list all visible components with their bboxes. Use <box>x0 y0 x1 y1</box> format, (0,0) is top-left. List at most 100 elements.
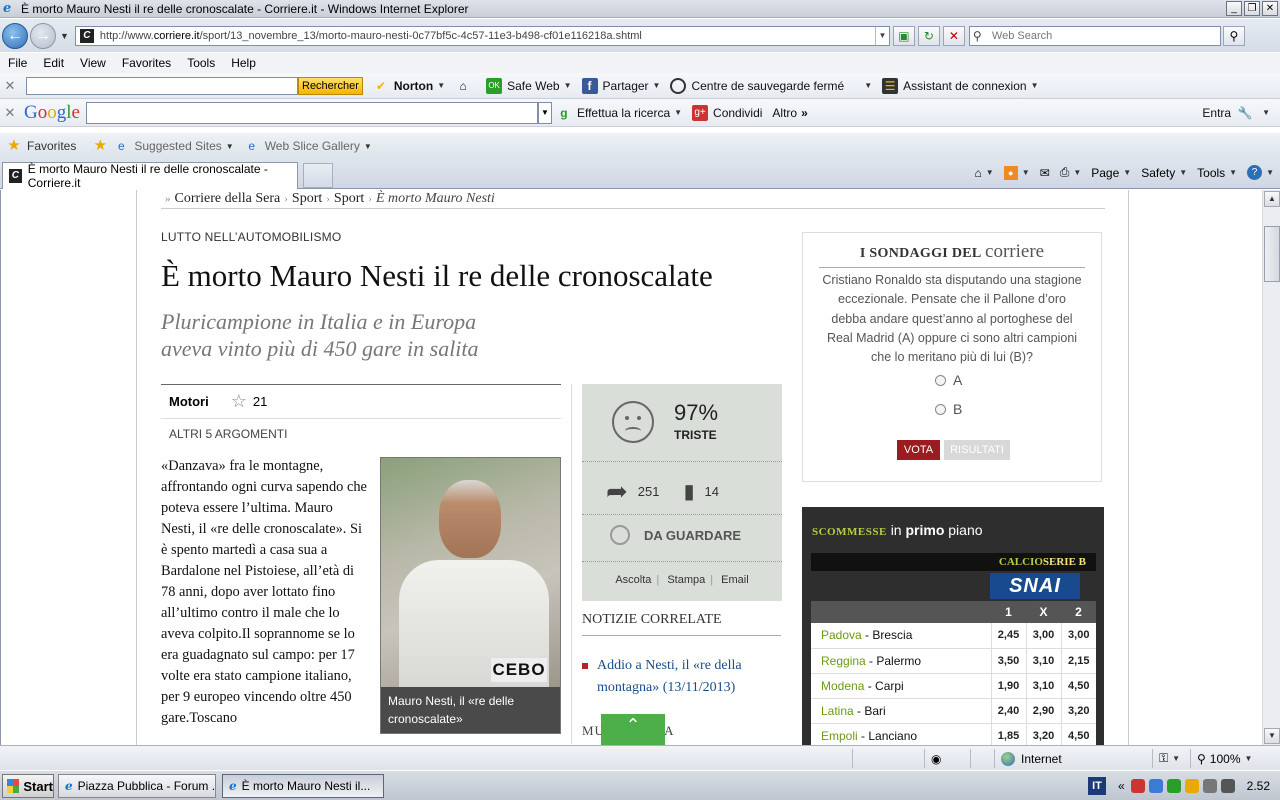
mail-icon[interactable]: ✉ <box>1040 166 1050 180</box>
recent-pages-chevron-icon[interactable]: ▼ <box>60 31 69 41</box>
start-button[interactable]: Start <box>2 774 54 798</box>
share-menu[interactable]: f Partager ▼ <box>581 77 660 94</box>
tray-security-icon[interactable] <box>1130 779 1145 793</box>
tray-wifi-icon[interactable] <box>1202 779 1217 793</box>
scroll-thumb[interactable] <box>1264 226 1280 282</box>
tray-expand-icon[interactable]: « <box>1118 779 1125 793</box>
refresh-icon[interactable]: ↻ <box>917 25 940 46</box>
suggested-sites-menu[interactable]: e Suggested Sites ▼ <box>113 138 234 154</box>
related-news-link[interactable]: Addio a Nesti, il «re della montagna» (1… <box>582 655 781 699</box>
vertical-scrollbar[interactable]: ▲ ▼ <box>1262 190 1280 745</box>
altro-menu[interactable]: Altro» <box>772 106 807 120</box>
favorites-button[interactable]: ★ Favorites <box>6 138 76 154</box>
close-window-button[interactable]: ✕ <box>1262 1 1278 16</box>
effettua-ricerca-menu[interactable]: g Effettua la ricerca ▼ <box>556 105 682 121</box>
watch-later-button[interactable]: DA GUARDARE <box>610 525 741 545</box>
page-menu[interactable]: Page ▼ <box>1091 166 1131 180</box>
web-search-input[interactable]: ⚲ Web Search <box>968 25 1221 46</box>
star-icon[interactable]: ☆ <box>231 391 247 412</box>
tab-corriere[interactable]: C È morto Mauro Nesti il re delle cronos… <box>2 162 298 190</box>
help-button[interactable]: ? ▼ <box>1247 165 1274 180</box>
radio-a[interactable] <box>935 374 946 386</box>
restore-button[interactable]: ❐ <box>1244 1 1260 16</box>
category-link[interactable]: Motori <box>169 394 209 409</box>
home-icon[interactable]: ⌂ <box>455 78 476 94</box>
tools-menu[interactable]: Tools ▼ <box>1197 166 1237 180</box>
address-dropdown-icon[interactable]: ▼ <box>874 26 889 45</box>
web-slice-gallery-menu[interactable]: e Web Slice Gallery ▼ <box>244 138 371 154</box>
forward-button[interactable]: → <box>30 22 56 49</box>
stop-icon[interactable]: ✕ <box>942 25 965 46</box>
table-row[interactable]: Reggina - Palermo 3,50 3,10 2,15 <box>811 648 1096 674</box>
safe-web-menu[interactable]: OK Safe Web ▼ <box>486 77 572 94</box>
breadcrumb-sport-1[interactable]: Sport <box>292 191 322 207</box>
table-row[interactable]: Modena - Carpi 1,90 3,10 4,50 <box>811 673 1096 699</box>
home-button[interactable]: ⌂ ▼ <box>975 166 994 180</box>
norton-search-input[interactable] <box>26 76 298 95</box>
back-button[interactable]: ← <box>2 22 28 49</box>
security-lock-icon[interactable]: ⚿ ▼ <box>1152 749 1188 768</box>
clock[interactable]: 2.52 <box>1247 779 1270 793</box>
feeds-button[interactable]: ● ▼ <box>1003 165 1030 180</box>
address-input[interactable]: C http://www.corriere.it/sport/13_novemb… <box>74 25 890 46</box>
menu-view[interactable]: View <box>72 56 114 70</box>
related-news-heading: NOTIZIE CORRELATE <box>582 612 781 636</box>
article-actions: Ascolta | Stampa | Email <box>582 574 782 586</box>
email-link[interactable]: Email <box>716 574 754 586</box>
condividi-button[interactable]: g+ Condividi <box>692 104 762 121</box>
login-assistant-menu[interactable]: ☰ Assistant de connexion ▼ <box>882 77 1039 94</box>
betting-heading: SCOMMESSE in primo piano <box>812 522 983 538</box>
google-search-icon: g <box>560 105 568 120</box>
scroll-up-icon[interactable]: ▲ <box>1264 191 1280 207</box>
table-row[interactable]: Empoli - Lanciano 1,85 3,20 4,50 <box>811 723 1096 745</box>
entra-button[interactable]: Entra 🔧 ▼ <box>1202 105 1270 121</box>
ascolta-link[interactable]: Ascolta <box>610 574 656 586</box>
search-go-icon[interactable]: ⚲ <box>1222 25 1245 46</box>
new-tab-button[interactable] <box>303 163 333 188</box>
rechercher-button[interactable]: Rechercher <box>298 76 363 95</box>
poll-option-b[interactable]: B <box>935 401 962 417</box>
tray-network-icon[interactable] <box>1148 779 1163 793</box>
print-button[interactable]: ⎙ ▼ <box>1060 165 1082 180</box>
scroll-to-top-button[interactable]: ⌃ <box>601 714 665 745</box>
menu-edit[interactable]: Edit <box>35 56 72 70</box>
article-photo[interactable]: CEBO Mauro Nesti, il «re delle cronoscal… <box>380 457 561 734</box>
menu-file[interactable]: File <box>0 56 35 70</box>
tray-norton-icon[interactable] <box>1184 779 1199 793</box>
sad-face-icon[interactable] <box>612 401 654 443</box>
taskbar-item-forum[interactable]: e Piazza Pubblica - Forum ... <box>58 774 216 798</box>
norton-menu[interactable]: ✔ Norton ▼ <box>373 78 445 94</box>
menu-tools[interactable]: Tools <box>179 56 223 70</box>
compatibility-view-icon[interactable]: ▣ <box>892 25 915 46</box>
menu-help[interactable]: Help <box>223 56 264 70</box>
radio-b[interactable] <box>935 403 946 415</box>
results-button[interactable]: RISULTATI <box>944 440 1010 460</box>
taskbar-item-corriere[interactable]: eÈ morto Mauro Nesti il... <box>222 774 384 798</box>
close-google-toolbar-icon[interactable]: ✕ <box>0 105 20 121</box>
table-row[interactable]: Padova - Brescia 2,45 3,00 3,00 <box>811 623 1096 649</box>
vote-button[interactable]: VOTA <box>897 440 940 460</box>
close-toolbar-icon[interactable]: ✕ <box>0 78 20 94</box>
add-to-favorites-icon[interactable]: ★ <box>92 138 113 154</box>
google-search-input[interactable] <box>85 101 538 124</box>
stampa-link[interactable]: Stampa <box>662 574 710 586</box>
protected-mode-icon[interactable]: ◉ <box>924 749 948 768</box>
tray-display-icon[interactable] <box>1220 779 1235 793</box>
poll-option-a[interactable]: A <box>935 372 962 388</box>
article-headline: È morto Mauro Nesti il re delle cronosca… <box>161 258 713 293</box>
backup-center-menu[interactable]: Centre de sauvegarde fermé ▼ <box>670 77 872 94</box>
minimize-button[interactable]: _ <box>1226 1 1242 16</box>
safety-menu[interactable]: Safety ▼ <box>1141 166 1187 180</box>
language-indicator[interactable]: IT <box>1087 777 1106 795</box>
zoom-level[interactable]: ⚲ 100% ▼ <box>1190 749 1262 768</box>
scroll-down-icon[interactable]: ▼ <box>1264 728 1280 744</box>
breadcrumb-corriere[interactable]: Corriere della Sera <box>175 191 281 207</box>
table-row[interactable]: Latina - Bari 2,40 2,90 3,20 <box>811 698 1096 724</box>
tray-app-icon[interactable] <box>1166 779 1181 793</box>
menu-favorites[interactable]: Favorites <box>114 56 179 70</box>
google-search-dropdown-icon[interactable]: ▼ <box>537 101 552 124</box>
comment-icon[interactable]: ▮ <box>684 479 695 504</box>
other-topics-link[interactable]: ALTRI 5 ARGOMENTI <box>169 427 287 441</box>
share-arrow-icon[interactable]: ➦ <box>606 476 628 507</box>
breadcrumb-sport-2[interactable]: Sport <box>334 191 364 207</box>
